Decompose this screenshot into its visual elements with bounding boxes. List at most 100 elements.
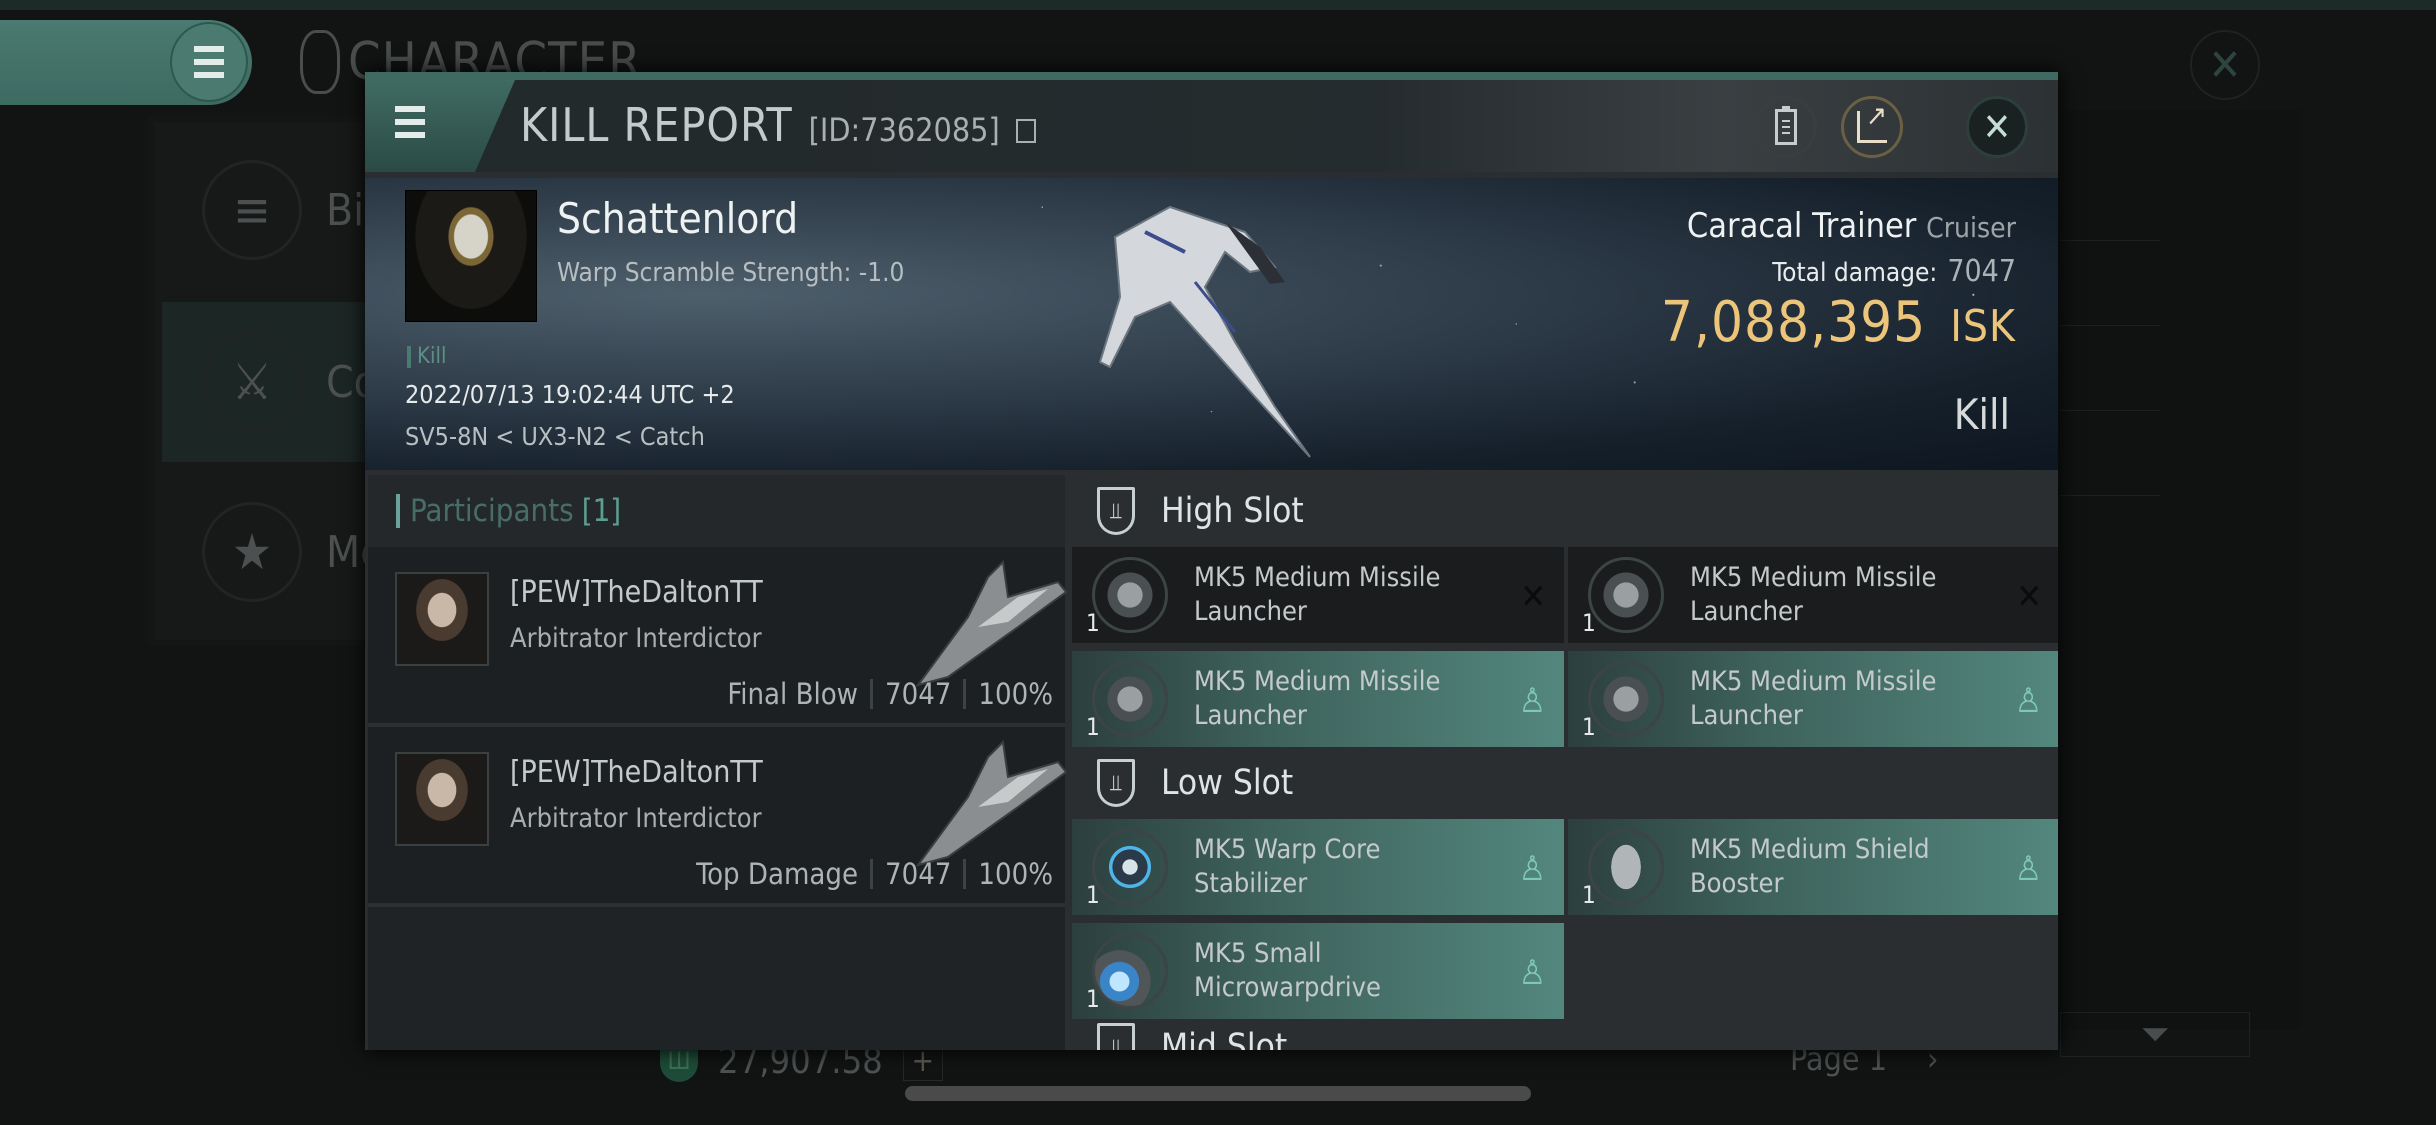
participant-name: [PEW]TheDaltonTT [510, 755, 763, 790]
module-item[interactable]: 1 MK5 Small Microwarpdrive ♙ [1072, 923, 1564, 1019]
participant-damage: 7047 [885, 857, 952, 891]
mid-slot-header: ⫫ Mid Slot [1069, 1023, 2058, 1050]
participants-panel: Participants [1] [PEW]TheDaltonTT Arbitr… [368, 475, 1068, 1050]
victim-ship-image[interactable] [1075, 192, 1335, 462]
missile-launcher-icon [1588, 661, 1664, 737]
status-strip [0, 0, 2436, 10]
module-name: MK5 Warp Core Stabilizer [1194, 834, 1381, 899]
destroyed-icon: ✕ [2016, 577, 2042, 617]
close-icon: ✕ [1982, 105, 2012, 149]
modal-title: KILL REPORT [520, 98, 793, 152]
module-item[interactable]: 1 MK5 Medium Shield Booster ♙ [1568, 819, 2058, 915]
participant-row[interactable]: [PEW]TheDaltonTT Arbitrator Interdictor … [368, 727, 1068, 907]
character-icon [300, 30, 340, 94]
victim-portrait[interactable] [405, 190, 537, 322]
dropped-pilot-icon: ♙ [1518, 953, 1546, 993]
module-qty: 1 [1086, 609, 1100, 637]
hamburger-icon [395, 106, 425, 138]
participant-avatar[interactable] [395, 572, 489, 666]
module-qty: 1 [1582, 609, 1596, 637]
participant-name: [PEW]TheDaltonTT [510, 575, 763, 610]
module-item[interactable]: 1 MK5 Medium Missile Launcher ✕ [1568, 547, 2058, 643]
participant-role: Final Blow [727, 677, 859, 711]
modal-menu-button[interactable] [365, 80, 515, 172]
kill-datetime: 2022/07/13 19:02:44 UTC +2 [405, 380, 735, 409]
module-name: MK5 Medium Shield Booster [1690, 834, 1930, 899]
victim-name[interactable]: Schattenlord [557, 194, 798, 243]
list-icon: ≡ [202, 160, 302, 260]
share-icon [1857, 99, 1887, 143]
home-indicator[interactable] [905, 1086, 1531, 1101]
missile-launcher-icon [1092, 557, 1168, 633]
fitting-panel[interactable]: ⫫ High Slot 1 MK5 Medium Missile Launche… [1069, 475, 2058, 1050]
kill-tag: Kill [407, 346, 446, 368]
clipboard-button[interactable] [1755, 96, 1817, 158]
module-item[interactable]: 1 MK5 Medium Missile Launcher ♙ [1568, 651, 2058, 747]
kill-report-modal: KILL REPORT [ID:7362085] ✕ Schattenlord … [365, 72, 2058, 1050]
module-qty: 1 [1582, 881, 1596, 909]
star-medal-icon: ★ [202, 502, 302, 602]
participant-percent: 100% [978, 677, 1053, 711]
share-button[interactable] [1841, 96, 1903, 158]
participants-count: [1] [581, 493, 622, 529]
participant-ship-image [915, 739, 1068, 867]
close-icon: ✕ [2208, 39, 2242, 91]
total-damage-label: Total damage: [1772, 258, 1938, 288]
participants-label: Participants [410, 493, 574, 529]
module-qty: 1 [1086, 985, 1100, 1013]
participant-percent: 100% [978, 857, 1053, 891]
kill-location[interactable]: SV5-8N < UX3-N2 < Catch [405, 422, 705, 451]
filter-button[interactable]: ⏷ [2060, 1012, 2250, 1057]
warp-core-stabilizer-icon [1092, 829, 1168, 905]
participant-row[interactable]: [PEW]TheDaltonTT Arbitrator Interdictor … [368, 547, 1068, 727]
participant-ship-image [915, 559, 1068, 687]
module-name: MK5 Medium Missile Launcher [1194, 562, 1441, 627]
microwarpdrive-icon [1092, 933, 1168, 1009]
participant-damage: 7047 [885, 677, 952, 711]
missile-launcher-icon [1588, 557, 1664, 633]
isk-value: 7,088,395 ISK [1661, 290, 2016, 355]
background-list-panel [2060, 110, 2300, 1030]
shield-booster-icon [1588, 829, 1664, 905]
background-close-button[interactable]: ✕ [2190, 30, 2260, 100]
module-qty: 1 [1086, 713, 1100, 741]
crossed-swords-icon: ⚔ [202, 332, 302, 432]
module-name: MK5 Medium Missile Launcher [1690, 666, 1937, 731]
warp-scramble-strength: Warp Scramble Strength: -1.0 [557, 258, 905, 288]
participant-avatar[interactable] [395, 752, 489, 846]
participant-role: Top Damage [696, 857, 859, 891]
mid-slot-label: Mid Slot [1161, 1027, 1288, 1050]
low-slot-icon: ⫫ [1097, 759, 1135, 807]
module-name: MK5 Medium Missile Launcher [1690, 562, 1937, 627]
ship-name: Caracal Trainer [1686, 206, 1917, 246]
dropped-pilot-icon: ♙ [2014, 849, 2042, 889]
module-item[interactable]: 1 MK5 Medium Missile Launcher ✕ [1072, 547, 1564, 643]
module-item[interactable]: 1 MK5 Warp Core Stabilizer ♙ [1072, 819, 1564, 915]
high-slot-label: High Slot [1161, 491, 1304, 531]
destroyed-icon: ✕ [1520, 577, 1546, 617]
modal-accent-bar [365, 72, 2058, 80]
close-button[interactable]: ✕ [1966, 96, 2028, 158]
dropped-pilot-icon: ♙ [1518, 849, 1546, 889]
modal-header: KILL REPORT [ID:7362085] ✕ [365, 80, 2058, 172]
isk-unit: ISK [1950, 301, 2016, 352]
isk-amount: 7,088,395 [1660, 290, 1927, 355]
victim-ship[interactable]: Caracal Trainer Cruiser [1687, 206, 2016, 246]
participant-ship: Arbitrator Interdictor [510, 803, 762, 834]
dropped-pilot-icon: ♙ [1518, 681, 1546, 721]
main-menu-button[interactable] [0, 20, 252, 105]
missile-launcher-icon [1092, 661, 1168, 737]
participant-stats: Top Damage 7047 100% [696, 857, 1053, 891]
total-damage: Total damage: 7047 [1772, 254, 2016, 289]
copy-id-icon[interactable] [1015, 119, 1036, 143]
dropped-pilot-icon: ♙ [2014, 681, 2042, 721]
filter-icon: ⏷ [2140, 1013, 2170, 1055]
clipboard-icon [1775, 106, 1797, 145]
ship-class: Cruiser [1926, 211, 2016, 244]
victim-banner: Schattenlord Warp Scramble Strength: -1.… [365, 178, 2058, 470]
outcome-label: Kill [1953, 390, 2010, 439]
module-item[interactable]: 1 MK5 Medium Missile Launcher ♙ [1072, 651, 1564, 747]
hamburger-icon [194, 46, 224, 78]
module-name: MK5 Medium Missile Launcher [1194, 666, 1441, 731]
report-id: [ID:7362085] [808, 111, 1000, 149]
